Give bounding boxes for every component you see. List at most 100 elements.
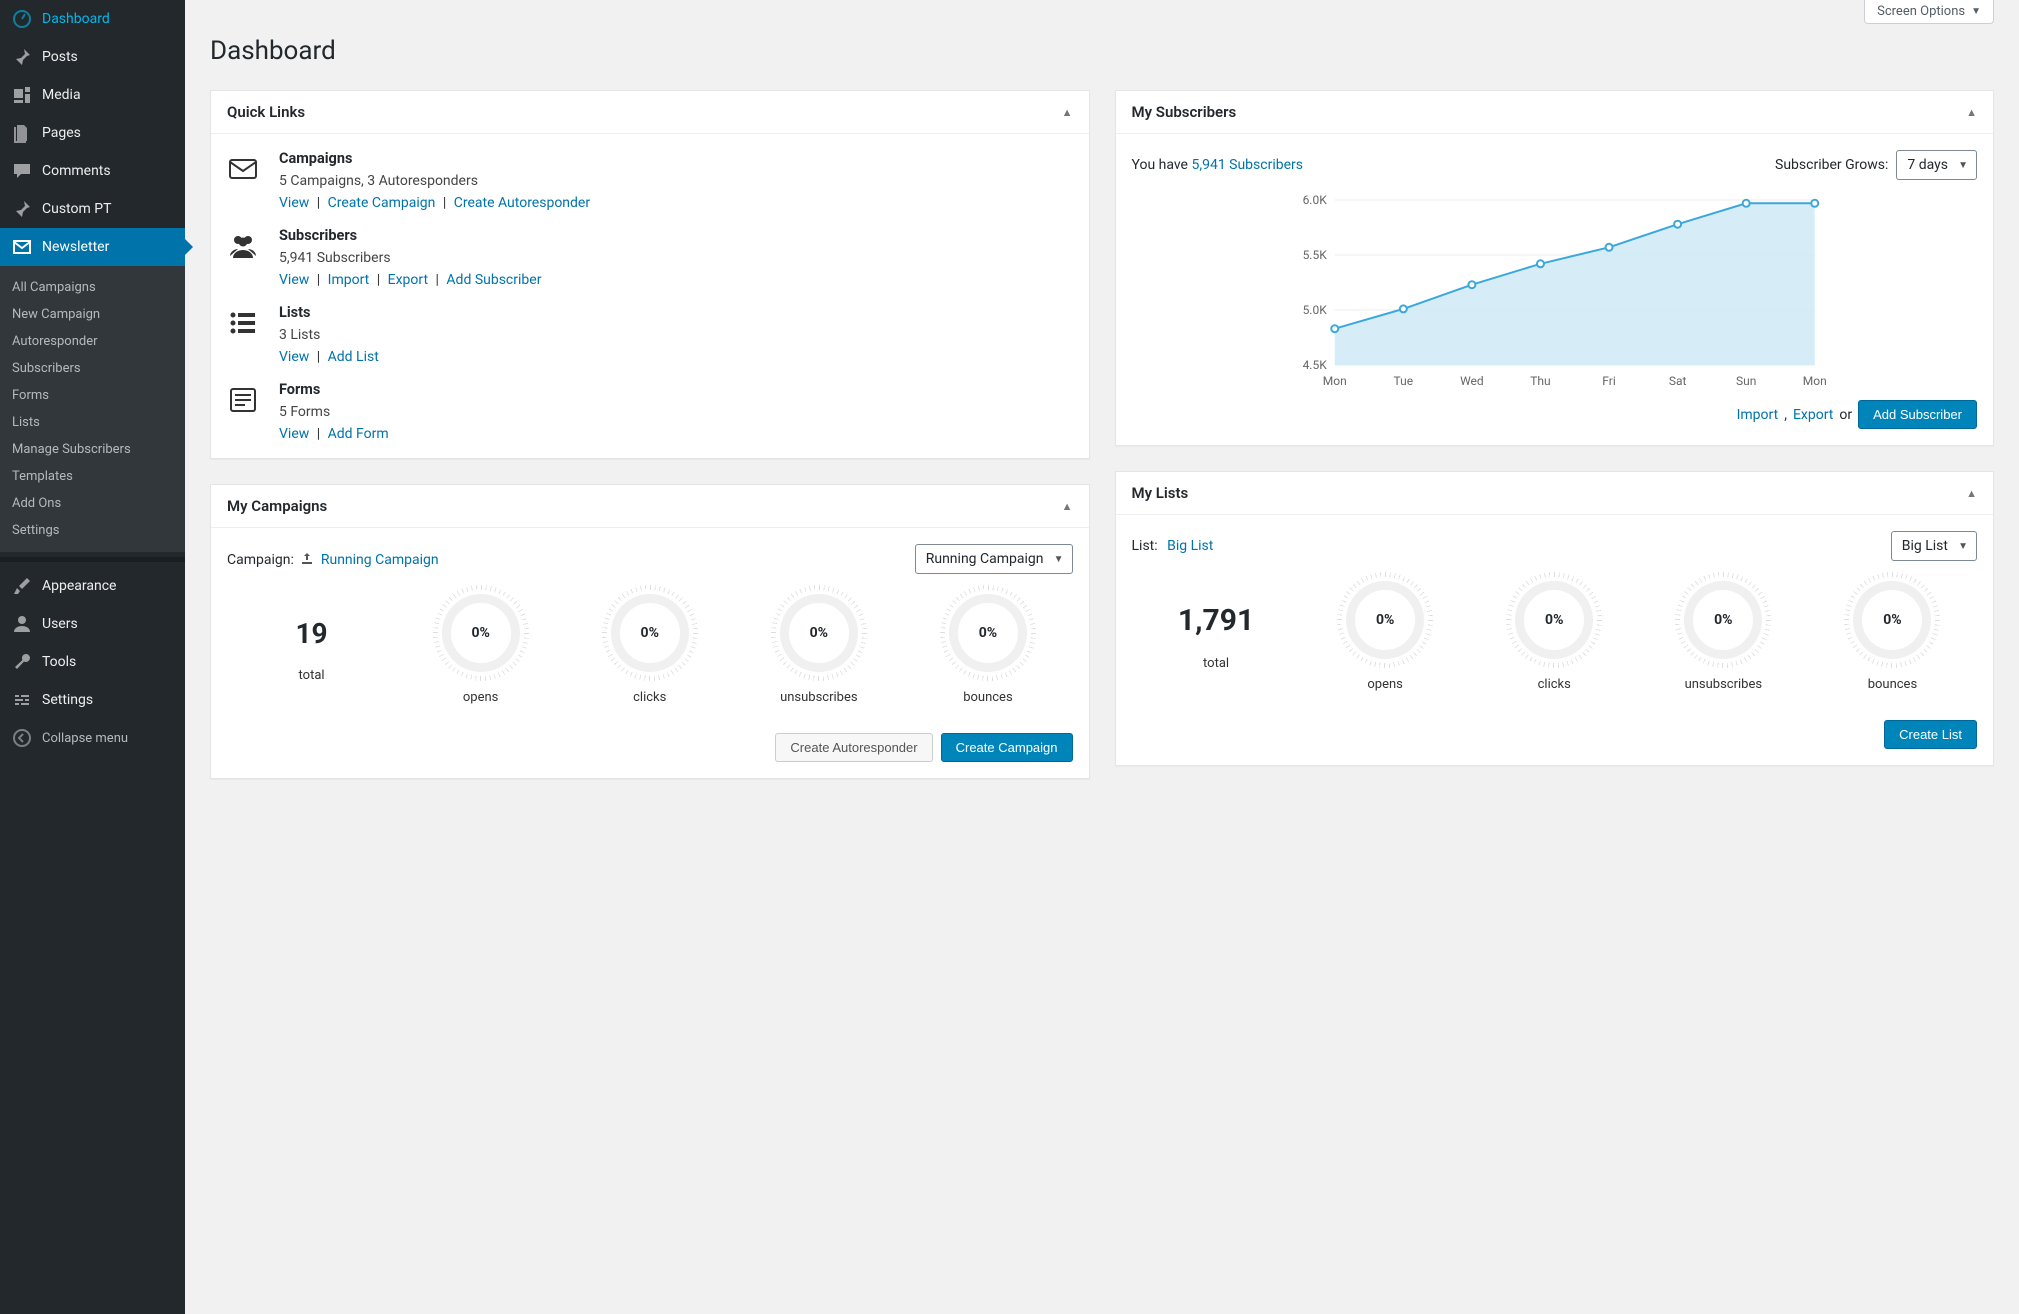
subscriber-growth-chart: 4.5K5.0K5.5K6.0K MonTueWedThuFriSatSunMo… (1127, 190, 1983, 390)
quicklink-action[interactable]: View (279, 195, 309, 211)
caret-up-icon: ▲ (1966, 487, 1977, 500)
mail-icon (12, 237, 32, 257)
gauge-value: 0% (1714, 612, 1732, 628)
quicklink-action[interactable]: Import (328, 272, 370, 288)
grows-select[interactable]: 7 days (1896, 150, 1977, 180)
sidebar-item-newsletter[interactable]: Newsletter (0, 228, 185, 266)
screen-options-toggle[interactable]: Screen Options ▼ (1864, 0, 1994, 24)
quicklink-heading: Subscribers (279, 227, 541, 244)
quicklink-heading: Lists (279, 304, 379, 321)
pin-icon (12, 199, 32, 219)
stat-total: 19total (227, 617, 396, 683)
gauge-value: 0% (471, 625, 489, 641)
sidebar-item-label: Pages (42, 125, 81, 141)
envelope-icon (227, 153, 259, 185)
submenu-item[interactable]: All Campaigns (0, 274, 185, 301)
create-autoresponder-button[interactable]: Create Autoresponder (775, 733, 932, 762)
stat-label: opens (396, 690, 565, 705)
panel-title: My Campaigns (227, 497, 327, 515)
sidebar-item-dashboard[interactable]: Dashboard (0, 0, 185, 38)
submenu-newsletter: All CampaignsNew CampaignAutoresponderSu… (0, 266, 185, 552)
quicklink-row: Forms 5 Forms View | Add Form (227, 381, 1073, 442)
svg-text:4.5K: 4.5K (1302, 358, 1327, 372)
create-list-button[interactable]: Create List (1884, 720, 1977, 749)
add-subscriber-button[interactable]: Add Subscriber (1858, 400, 1977, 429)
quicklink-action[interactable]: Add Form (328, 426, 389, 442)
quicklink-heading: Forms (279, 381, 389, 398)
quicklink-sub: 5,941 Subscribers (279, 250, 541, 266)
campaign-link[interactable]: Running Campaign (321, 552, 439, 568)
gauge-value: 0% (979, 625, 997, 641)
media-icon (12, 85, 32, 105)
sidebar-item-custom-pt[interactable]: Custom PT (0, 190, 185, 228)
svg-text:Tue: Tue (1393, 374, 1413, 388)
sidebar-item-posts[interactable]: Posts (0, 38, 185, 76)
stat-label: unsubscribes (734, 690, 903, 705)
subscriber-count-text: You have 5,941 Subscribers (1132, 157, 1304, 173)
list-link[interactable]: Big List (1167, 538, 1213, 554)
submenu-item[interactable]: Subscribers (0, 355, 185, 382)
quicklink-action[interactable]: Create Campaign (328, 195, 436, 211)
stat-label: clicks (1470, 677, 1639, 692)
gauge-value: 0% (1376, 612, 1394, 628)
quicklink-action[interactable]: Add Subscriber (446, 272, 541, 288)
quicklink-action[interactable]: View (279, 349, 309, 365)
gauge-value: 0% (641, 625, 659, 641)
svg-text:Mon: Mon (1322, 374, 1346, 388)
quicklink-action[interactable]: Create Autoresponder (454, 195, 590, 211)
submenu-item[interactable]: Forms (0, 382, 185, 409)
export-link[interactable]: Export (1793, 407, 1833, 423)
submenu-item[interactable]: Autoresponder (0, 328, 185, 355)
quicklink-row: Subscribers 5,941 Subscribers View | Imp… (227, 227, 1073, 288)
panel-head-quick-links[interactable]: Quick Links ▲ (211, 91, 1089, 134)
stat-gauge: 0%unsubscribes (734, 594, 903, 705)
brush-icon (12, 576, 32, 596)
panel-my-campaigns: My Campaigns ▲ Campaign: Running Campaig… (210, 484, 1090, 779)
list-icon (227, 307, 259, 339)
caret-up-icon: ▲ (1062, 500, 1073, 513)
panel-head-my-campaigns[interactable]: My Campaigns ▲ (211, 485, 1089, 528)
quicklink-sub: 5 Campaigns, 3 Autoresponders (279, 173, 590, 189)
quicklink-row: Campaigns 5 Campaigns, 3 Autoresponders … (227, 150, 1073, 211)
svg-text:5.0K: 5.0K (1302, 303, 1327, 317)
sidebar-item-users[interactable]: Users (0, 605, 185, 643)
sidebar-item-comments[interactable]: Comments (0, 152, 185, 190)
submenu-item[interactable]: Templates (0, 463, 185, 490)
quicklink-sub: 5 Forms (279, 404, 389, 420)
stat-gauge: 0%clicks (1470, 581, 1639, 692)
sidebar-item-tools[interactable]: Tools (0, 643, 185, 681)
sidebar-item-settings[interactable]: Settings (0, 681, 185, 719)
submenu-item[interactable]: Settings (0, 517, 185, 544)
quicklink-row: Lists 3 Lists View | Add List (227, 304, 1073, 365)
panel-head-my-lists[interactable]: My Lists ▲ (1116, 472, 1994, 515)
list-select[interactable]: Big List (1891, 531, 1977, 561)
submenu-item[interactable]: Manage Subscribers (0, 436, 185, 463)
stat-gauge: 0%bounces (1808, 581, 1977, 692)
quicklink-action[interactable]: Export (388, 272, 428, 288)
svg-text:5.5K: 5.5K (1302, 248, 1327, 262)
collapse-menu[interactable]: Collapse menu (0, 719, 185, 757)
quicklink-action[interactable]: Add List (328, 349, 379, 365)
subscriber-count-link[interactable]: 5,941 Subscribers (1191, 157, 1303, 173)
user-icon (12, 614, 32, 634)
stat-gauge: 0% opens (396, 594, 565, 705)
sidebar-item-pages[interactable]: Pages (0, 114, 185, 152)
import-link[interactable]: Import (1737, 407, 1779, 423)
sidebar-item-media[interactable]: Media (0, 76, 185, 114)
users-icon (227, 230, 259, 262)
sidebar-item-appearance[interactable]: Appearance (0, 567, 185, 605)
panel-head-my-subscribers[interactable]: My Subscribers ▲ (1116, 91, 1994, 134)
quicklink-action[interactable]: View (279, 426, 309, 442)
stat-value: 19 (227, 617, 396, 650)
stat-gauge: 0%opens (1301, 581, 1470, 692)
quicklink-action[interactable]: View (279, 272, 309, 288)
submenu-item[interactable]: Lists (0, 409, 185, 436)
sliders-icon (12, 690, 32, 710)
sidebar-item-label: Users (42, 616, 78, 632)
dashboard-icon (12, 9, 32, 29)
submenu-item[interactable]: Add Ons (0, 490, 185, 517)
create-campaign-button[interactable]: Create Campaign (941, 733, 1073, 762)
submenu-item[interactable]: New Campaign (0, 301, 185, 328)
campaign-select[interactable]: Running Campaign (915, 544, 1073, 574)
wrench-icon (12, 652, 32, 672)
